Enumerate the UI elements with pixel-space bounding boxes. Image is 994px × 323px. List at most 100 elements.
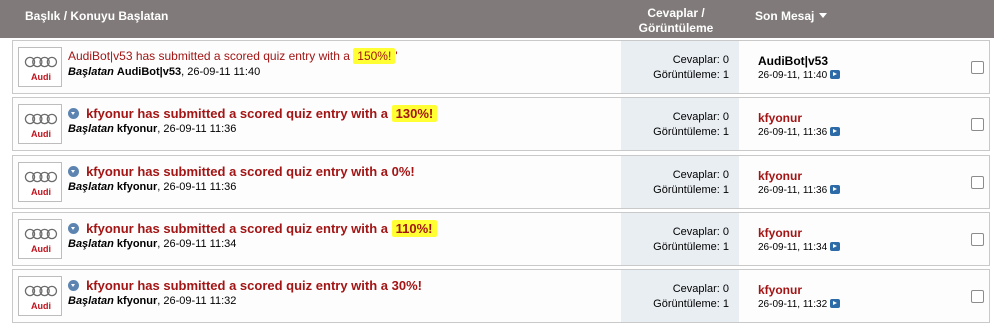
audi-brand-text: Audi [31, 301, 51, 311]
starter-label: Başlatan [68, 181, 114, 193]
thread-select-checkbox[interactable] [971, 176, 984, 189]
audi-rings-icon [24, 285, 58, 297]
thread-title-link[interactable]: kfyonur has submitted a scored quiz entr… [86, 105, 438, 122]
go-to-first-unread-icon[interactable] [68, 166, 79, 177]
last-poster-link[interactable]: kfyonur [758, 169, 802, 183]
last-post-date: 26-09-11, 11:40 [758, 70, 828, 81]
views-count: Görüntüleme: 1 [653, 184, 729, 196]
views-count: Görüntüleme: 1 [653, 298, 729, 310]
thread-icon-audi-logo: Audi [18, 162, 62, 202]
thread-select-checkbox[interactable] [971, 290, 984, 303]
thread-title-suffix: ' [395, 49, 398, 63]
thread-title-line: kfyonur has submitted a scored quiz entr… [68, 164, 415, 179]
audi-rings-icon [24, 171, 58, 183]
starter-date: , 26-09-11 11:40 [181, 66, 261, 78]
thread-icon-audi-logo: Audi [18, 104, 62, 144]
go-to-last-post-icon[interactable] [830, 299, 841, 308]
audi-rings-icon [24, 56, 58, 68]
last-post-date-line: 26-09-11, 11:34 [758, 242, 841, 253]
audi-brand-text: Audi [31, 72, 51, 82]
audi-brand-text: Audi [31, 244, 51, 254]
starter-username-link[interactable]: kfyonur [117, 181, 157, 193]
thread-select-checkbox[interactable] [971, 118, 984, 131]
thread-title-link[interactable]: kfyonur has submitted a scored quiz entr… [86, 220, 437, 237]
replies-count: Cevaplar: 0 [672, 283, 729, 295]
go-to-last-post-icon[interactable] [830, 242, 841, 251]
audi-brand-text: Audi [31, 187, 51, 197]
starter-username-link[interactable]: kfyonur [117, 295, 157, 307]
last-post-info: kfyonur 26-09-11, 11:32 [758, 283, 841, 310]
thread-row: Audi kfyonur has submitted a scored quiz… [12, 155, 990, 209]
thread-title-text: AudiBot|v53 has submitted a scored quiz … [68, 49, 354, 63]
replies-count: Cevaplar: 0 [672, 169, 729, 181]
last-post-date-line: 26-09-11, 11:32 [758, 299, 841, 310]
views-count: Görüntüleme: 1 [653, 241, 729, 253]
thread-title-link[interactable]: kfyonur has submitted a scored quiz entr… [86, 278, 422, 293]
thread-title-text: kfyonur has submitted a scored quiz entr… [86, 164, 415, 179]
thread-title-text: kfyonur has submitted a scored quiz entr… [86, 278, 422, 293]
replies-count: Cevaplar: 0 [672, 111, 729, 123]
thread-row: Audi kfyonur has submitted a scored quiz… [12, 97, 990, 151]
thread-row: Audi AudiBot|v53 has submitted a scored … [12, 40, 990, 94]
starter-username-link[interactable]: kfyonur [117, 123, 157, 135]
last-post-date: 26-09-11, 11:34 [758, 242, 828, 253]
starter-username-link[interactable]: kfyonur [117, 238, 157, 250]
last-post-date-line: 26-09-11, 11:36 [758, 127, 841, 138]
thread-title-line: kfyonur has submitted a scored quiz entr… [68, 105, 438, 122]
thread-title-link[interactable]: kfyonur has submitted a scored quiz entr… [86, 164, 415, 179]
thread-stats: Cevaplar: 0 Görüntüleme: 1 [621, 270, 739, 322]
views-count: Görüntüleme: 1 [653, 126, 729, 138]
views-count: Görüntüleme: 1 [653, 69, 729, 81]
go-to-last-post-icon[interactable] [830, 70, 841, 79]
go-to-first-unread-icon[interactable] [68, 223, 79, 234]
go-to-first-unread-icon[interactable] [68, 280, 79, 291]
thread-icon-audi-logo: Audi [18, 47, 62, 87]
audi-rings-icon [24, 113, 58, 125]
thread-title-line: AudiBot|v53 has submitted a scored quiz … [68, 48, 398, 64]
audi-brand-text: Audi [31, 129, 51, 139]
score-highlight: 110%! [391, 220, 437, 237]
thread-starter-line: Başlatan kfyonur, 26-09-11 11:36 [68, 181, 236, 193]
thread-starter-line: Başlatan AudiBot|v53, 26-09-11 11:40 [68, 66, 260, 78]
thread-stats: Cevaplar: 0 Görüntüleme: 1 [621, 213, 739, 265]
go-to-last-post-icon[interactable] [830, 185, 841, 194]
thread-title-link[interactable]: AudiBot|v53 has submitted a scored quiz … [68, 48, 398, 64]
thread-icon-audi-logo: Audi [18, 219, 62, 259]
thread-title-text: kfyonur has submitted a scored quiz entr… [86, 221, 392, 236]
go-to-last-post-icon[interactable] [830, 127, 841, 136]
last-poster-link[interactable]: kfyonur [758, 283, 802, 297]
thread-title-line: kfyonur has submitted a scored quiz entr… [68, 278, 422, 293]
sort-desc-icon [819, 13, 828, 18]
last-poster-link[interactable]: AudiBot|v53 [758, 54, 828, 68]
thread-row: Audi kfyonur has submitted a scored quiz… [12, 269, 990, 323]
thread-starter-line: Başlatan kfyonur, 26-09-11 11:36 [68, 123, 236, 135]
thread-stats: Cevaplar: 0 Görüntüleme: 1 [621, 41, 739, 93]
replies-count: Cevaplar: 0 [672, 54, 729, 66]
last-post-date: 26-09-11, 11:36 [758, 127, 828, 138]
last-post-header-label: Son Mesaj [755, 9, 815, 23]
last-post-date: 26-09-11, 11:32 [758, 299, 828, 310]
last-post-date-line: 26-09-11, 11:40 [758, 70, 841, 81]
starter-username-link[interactable]: AudiBot|v53 [117, 66, 181, 78]
last-poster-link[interactable]: kfyonur [758, 226, 802, 240]
last-post-column-header[interactable]: Son Mesaj [755, 9, 828, 23]
last-post-date: 26-09-11, 11:36 [758, 185, 828, 196]
thread-select-checkbox[interactable] [971, 61, 984, 74]
replies-column-header[interactable]: Cevaplar / Görüntüleme [616, 6, 736, 36]
thread-stats: Cevaplar: 0 Görüntüleme: 1 [621, 156, 739, 208]
starter-date: , 26-09-11 11:36 [157, 181, 237, 193]
last-post-info: AudiBot|v53 26-09-11, 11:40 [758, 54, 841, 81]
thread-stats: Cevaplar: 0 Görüntüleme: 1 [621, 98, 739, 150]
starter-label: Başlatan [68, 238, 114, 250]
starter-label: Başlatan [68, 123, 114, 135]
thread-select-checkbox[interactable] [971, 233, 984, 246]
go-to-first-unread-icon[interactable] [68, 108, 79, 119]
last-post-info: kfyonur 26-09-11, 11:36 [758, 111, 841, 138]
thread-title-text: kfyonur has submitted a scored quiz entr… [86, 106, 392, 121]
starter-label: Başlatan [68, 295, 114, 307]
thread-icon-audi-logo: Audi [18, 276, 62, 316]
last-poster-link[interactable]: kfyonur [758, 111, 802, 125]
score-highlight: 150%! [353, 48, 396, 64]
title-column-header[interactable]: Başlık / Konuyu Başlatan [25, 9, 168, 23]
thread-row: Audi kfyonur has submitted a scored quiz… [12, 212, 990, 266]
